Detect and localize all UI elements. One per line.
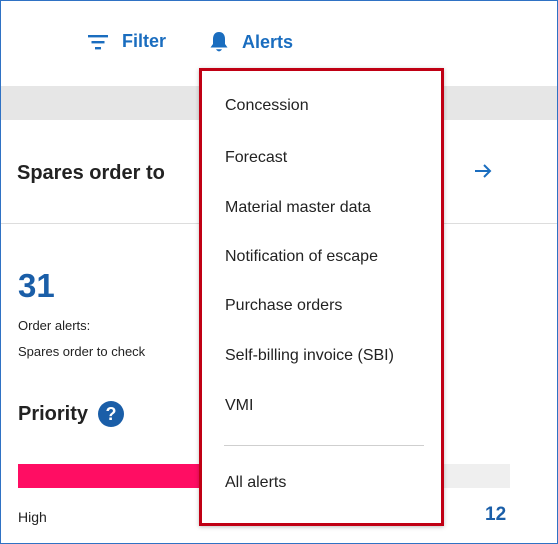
alerts-panel-frame: Filter Alerts Spares order to 31 Order a… xyxy=(0,0,558,544)
card-title: Spares order to xyxy=(17,162,165,184)
menu-item-concession[interactable]: Concession xyxy=(225,97,309,115)
filter-lines-icon xyxy=(88,34,108,50)
menu-item-self-billing-invoice[interactable]: Self-billing invoice (SBI) xyxy=(225,347,394,365)
filter-button[interactable]: Filter xyxy=(88,31,166,52)
bell-icon xyxy=(210,31,228,53)
alerts-label: Alerts xyxy=(242,31,294,52)
priority-bar-high xyxy=(18,464,210,488)
priority-title: Priority xyxy=(18,402,89,425)
priority-bar-label: High xyxy=(18,509,47,525)
menu-item-vmi[interactable]: VMI xyxy=(225,397,253,415)
kpi-sublabel: Spares order to check xyxy=(18,344,146,359)
kpi-label: Order alerts: xyxy=(18,318,91,333)
menu-item-all-alerts[interactable]: All alerts xyxy=(225,474,286,492)
kpi-value: 31 xyxy=(18,267,55,304)
menu-item-forecast[interactable]: Forecast xyxy=(225,149,287,167)
priority-bar-count: 12 xyxy=(485,504,507,525)
priority-heading: Priority ? xyxy=(18,401,125,427)
arrow-right-icon[interactable] xyxy=(473,161,493,186)
filter-label: Filter xyxy=(122,31,167,51)
help-icon[interactable]: ? xyxy=(98,401,125,427)
alerts-dropdown-menu: Concession Forecast Material master data… xyxy=(199,68,444,526)
alerts-button[interactable]: Alerts xyxy=(210,31,293,53)
menu-divider xyxy=(224,445,424,446)
menu-item-material-master-data[interactable]: Material master data xyxy=(225,199,371,217)
menu-item-purchase-orders[interactable]: Purchase orders xyxy=(225,297,342,315)
menu-item-notification-of-escape[interactable]: Notification of escape xyxy=(225,248,378,266)
